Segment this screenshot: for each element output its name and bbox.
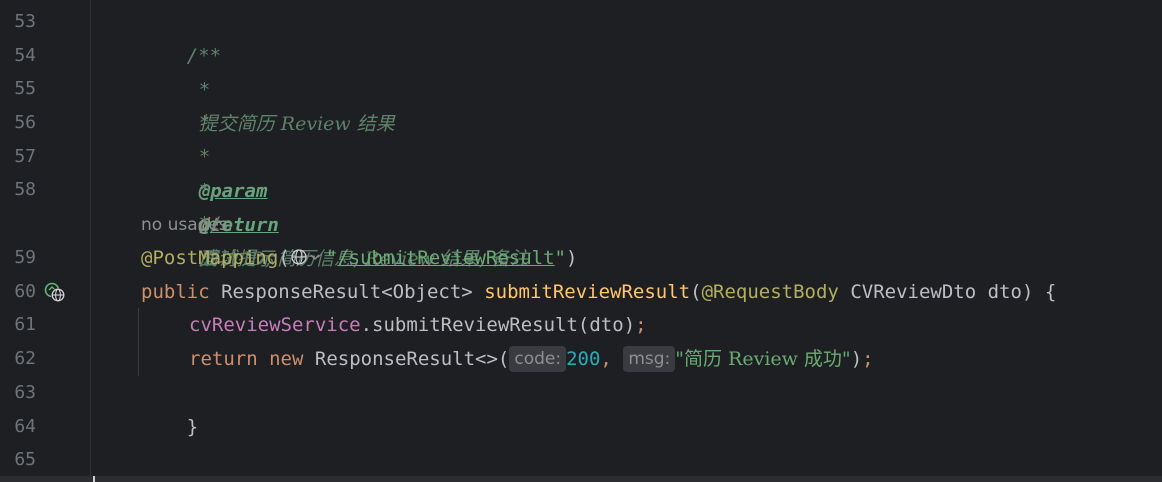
param-name[interactable]: dto bbox=[988, 281, 1022, 303]
text-caret bbox=[93, 476, 95, 482]
line-number: 54 bbox=[14, 45, 36, 66]
response-result-constructor[interactable]: ResponseResult<>( bbox=[315, 348, 509, 370]
request-body-annotation[interactable]: @RequestBody bbox=[702, 281, 839, 303]
indent-guide bbox=[138, 308, 139, 376]
doc-comment-return: * @return 成功提示 bbox=[153, 140, 279, 270]
public-keyword: public bbox=[141, 281, 210, 303]
line-number: 61 bbox=[14, 314, 36, 335]
service-call-line: cvReviewService.submitReviewResult(dto); bbox=[189, 308, 647, 342]
method-close-brace: } bbox=[186, 416, 199, 438]
parameter-hint-code: code: bbox=[509, 346, 567, 372]
open-paren: ( bbox=[278, 247, 290, 269]
method-close-line: } bbox=[141, 376, 198, 438]
service-field[interactable]: cvReviewService bbox=[189, 314, 361, 336]
endpoint-globe-icon[interactable] bbox=[44, 282, 68, 304]
http-endpoint-globe-icon[interactable] bbox=[290, 244, 326, 265]
line-number: 56 bbox=[14, 112, 36, 133]
semicolon: ; bbox=[635, 314, 647, 336]
msg-value: "简历 Review 成功" bbox=[675, 348, 851, 370]
line-number: 55 bbox=[14, 78, 36, 99]
return-statement-line: return new ResponseResult<>(code: 200, ms… bbox=[189, 342, 874, 376]
method-signature-line: public ResponseResult<Object> submitRevi… bbox=[141, 275, 1056, 309]
post-mapping-annotation[interactable]: @PostMapping bbox=[141, 247, 278, 269]
usages-inlay-hint[interactable]: no usages bbox=[141, 208, 228, 242]
line-number: 59 bbox=[14, 247, 36, 268]
code-editor[interactable]: 53 54 55 56 57 58 59 60 61 62 63 64 65 /… bbox=[0, 0, 1162, 482]
doc-comment-open: /** bbox=[141, 5, 221, 67]
close-paren: ) bbox=[850, 348, 863, 370]
semicolon: ; bbox=[862, 348, 874, 370]
line-number: 65 bbox=[14, 449, 36, 470]
horizontal-scroll-area[interactable] bbox=[0, 476, 1162, 482]
return-keyword: return bbox=[189, 348, 258, 370]
line-number: 64 bbox=[14, 416, 36, 437]
signature-close: ) { bbox=[1021, 281, 1057, 303]
open-paren: ( bbox=[690, 281, 702, 303]
param-type[interactable]: CVReviewDto bbox=[850, 281, 976, 303]
line-number: 58 bbox=[14, 179, 36, 200]
close-paren: ) bbox=[565, 247, 578, 269]
doc-comment-description: * 提交简历 Review 结果 bbox=[153, 39, 395, 135]
return-type[interactable]: ResponseResult<Object> bbox=[221, 281, 473, 303]
line-number: 57 bbox=[14, 146, 36, 167]
new-keyword: new bbox=[269, 348, 304, 370]
line-number: 63 bbox=[14, 382, 36, 403]
quote-open: " bbox=[325, 247, 338, 269]
comma: , bbox=[600, 348, 612, 370]
post-mapping-annotation-line: @PostMapping( "/submitReviewResult") bbox=[141, 241, 577, 275]
line-number: 62 bbox=[14, 348, 36, 369]
code-value: 200 bbox=[566, 348, 601, 370]
parameter-hint-msg: msg: bbox=[623, 346, 676, 372]
doc-comment-blank: * bbox=[153, 72, 210, 134]
line-number: 53 bbox=[14, 11, 36, 32]
doc-comment-close: */ bbox=[153, 173, 222, 235]
service-method-call[interactable]: .submitReviewResult(dto) bbox=[361, 314, 636, 336]
doc-comment-param: * @param dto 面试 ID, 简历信息, Review 结果, 备注 bbox=[153, 106, 529, 270]
gutter-divider bbox=[90, 0, 91, 482]
method-name[interactable]: submitReviewResult bbox=[484, 281, 690, 303]
endpoint-url-link[interactable]: /submitReviewResult bbox=[337, 247, 554, 269]
quote-close: " bbox=[554, 247, 566, 269]
line-number: 60 bbox=[14, 281, 36, 302]
class-close-line: } bbox=[93, 443, 150, 477]
